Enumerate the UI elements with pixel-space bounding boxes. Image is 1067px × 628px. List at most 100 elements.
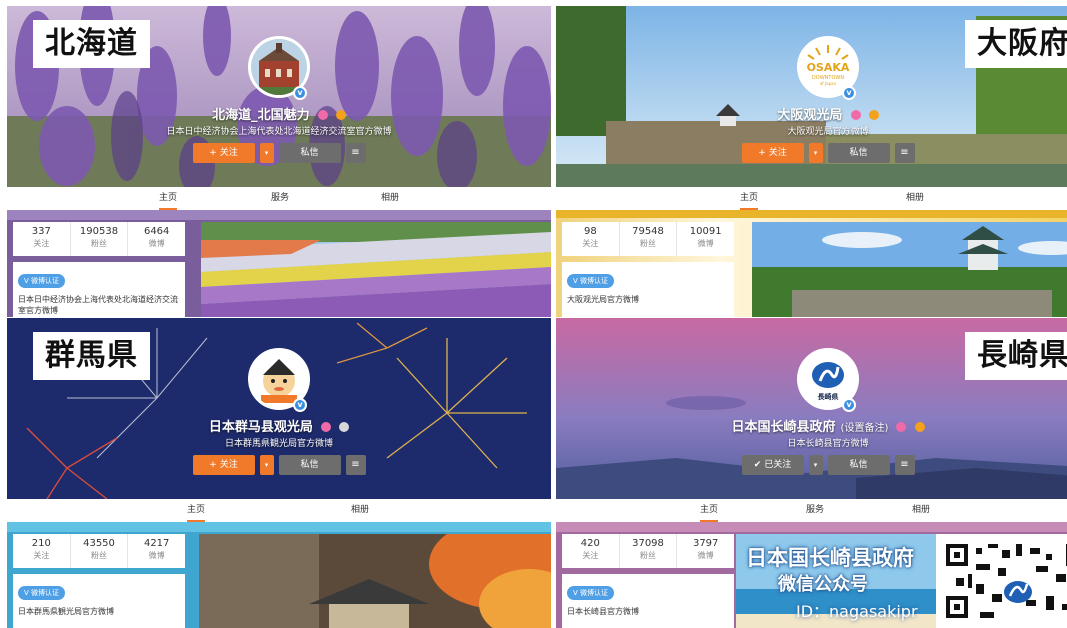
stat-value: 4217 bbox=[143, 538, 170, 549]
profile-tabs: 主页 相册 bbox=[556, 187, 1067, 210]
member-badge-icon[interactable] bbox=[321, 421, 331, 432]
set-remark-link[interactable]: (设置备注) bbox=[841, 423, 889, 434]
level-badge-icon[interactable] bbox=[339, 421, 350, 432]
tab-home[interactable]: 主页 bbox=[700, 499, 719, 522]
feed-photo[interactable] bbox=[752, 222, 1067, 317]
verified-tag[interactable]: V 微博认证 bbox=[567, 274, 615, 288]
level-badge-icon[interactable] bbox=[914, 421, 925, 432]
stat-posts[interactable]: 10091 微博 bbox=[677, 222, 734, 256]
nickname-row: 日本群马县观光局 bbox=[7, 416, 551, 435]
message-button[interactable]: 私信 bbox=[827, 455, 890, 475]
tab-album[interactable]: 相册 bbox=[906, 187, 924, 210]
member-badge-icon[interactable] bbox=[896, 421, 907, 432]
verification-card: V 微博认证 日本群馬県観光局官方微博 bbox=[13, 574, 185, 628]
feed-photo[interactable] bbox=[199, 534, 551, 628]
stat-followers[interactable]: 37098 粉丝 bbox=[620, 534, 678, 568]
wechat-subtitle: 微信公众号 bbox=[778, 574, 868, 595]
temple-autumn-image bbox=[199, 534, 551, 628]
more-menu-icon[interactable]: ≡ bbox=[894, 455, 915, 475]
flower-field-image bbox=[201, 222, 551, 317]
more-menu-icon[interactable]: ≡ bbox=[894, 143, 915, 163]
stat-label: 粉丝 bbox=[640, 551, 656, 560]
follow-dropdown-icon[interactable]: ▾ bbox=[259, 455, 274, 475]
profile-description: 大阪观光局官方微博 bbox=[787, 127, 869, 137]
stat-label: 微博 bbox=[697, 551, 714, 560]
stat-followers[interactable]: 79548 粉丝 bbox=[620, 222, 678, 256]
stat-following[interactable]: 337 关注 bbox=[13, 222, 71, 256]
verification-card: V 微博认证 大阪观光局官方微博 bbox=[562, 262, 734, 317]
verification-text: 大阪观光局官方微博 bbox=[567, 295, 639, 304]
verified-icon: v bbox=[293, 86, 307, 100]
wechat-title: 日本国长崎县政府 bbox=[746, 546, 914, 570]
member-badge-icon[interactable] bbox=[850, 109, 861, 120]
action-buttons: + 关注 ▾ 私信 ≡ bbox=[556, 143, 1067, 163]
nickname-row: 大阪观光局 bbox=[556, 104, 1067, 123]
osaka-castle-image bbox=[752, 222, 1067, 317]
nickname[interactable]: 大阪观光局 bbox=[777, 108, 842, 123]
feed-photo[interactable]: 日本国长崎县政府 微信公众号 ID：nagasakipr bbox=[736, 534, 1067, 628]
more-menu-icon[interactable]: ≡ bbox=[345, 143, 366, 163]
tab-album[interactable]: 相册 bbox=[351, 499, 369, 522]
logo-text: of Japan bbox=[820, 81, 837, 86]
verified-icon: v bbox=[842, 86, 856, 100]
stat-following[interactable]: 210 关注 bbox=[13, 534, 71, 568]
verified-tag[interactable]: V 微博认证 bbox=[18, 274, 66, 288]
message-button[interactable]: 私信 bbox=[827, 143, 890, 163]
profile-description: 日本长崎县官方微博 bbox=[787, 439, 869, 449]
followed-button[interactable]: ✔ 已关注 bbox=[741, 455, 804, 475]
stat-value: 79548 bbox=[632, 226, 664, 237]
stat-value: 337 bbox=[31, 226, 51, 237]
verified-tag[interactable]: V 微博认证 bbox=[567, 586, 615, 600]
verification-text: 日本日中经济协会上海代表处北海道经济交流室官方微博 bbox=[18, 295, 178, 315]
tab-service[interactable]: 服务 bbox=[271, 187, 289, 210]
level-badge-icon[interactable] bbox=[868, 109, 879, 120]
stat-followers[interactable]: 43550 粉丝 bbox=[71, 534, 129, 568]
profile-tabs: 主页 服务 相册 bbox=[556, 499, 1067, 522]
stat-following[interactable]: 420 关注 bbox=[562, 534, 620, 568]
stat-posts[interactable]: 6464 微博 bbox=[128, 222, 185, 256]
tab-home[interactable]: 主页 bbox=[159, 187, 178, 210]
verification-card: V 微博认证 日本长崎县官方微博 bbox=[562, 574, 734, 628]
stat-label: 微博 bbox=[697, 239, 714, 248]
verification-card: V 微博认证 日本日中经济协会上海代表处北海道经济交流室官方微博 bbox=[13, 262, 185, 317]
tab-album[interactable]: 相册 bbox=[381, 187, 399, 210]
feed-photo[interactable] bbox=[201, 222, 551, 317]
cover-image: 北海道 v 北海道_北国魅力 日本日中经济协会上海代表处北海道经济交流室官方微博… bbox=[7, 6, 551, 187]
verified-tag[interactable]: V 微博认证 bbox=[18, 586, 66, 600]
action-buttons: ✔ 已关注 ▾ 私信 ≡ bbox=[556, 455, 1067, 475]
stat-posts[interactable]: 4217 微博 bbox=[128, 534, 185, 568]
tab-service[interactable]: 服务 bbox=[806, 499, 824, 522]
tab-home[interactable]: 主页 bbox=[187, 499, 206, 522]
nickname[interactable]: 日本群马县观光局 bbox=[209, 420, 313, 435]
stat-value: 190538 bbox=[79, 226, 119, 237]
tab-album[interactable]: 相册 bbox=[912, 499, 930, 522]
tab-home[interactable]: 主页 bbox=[740, 187, 759, 210]
stat-posts[interactable]: 3797 微博 bbox=[677, 534, 734, 568]
level-badge-icon[interactable] bbox=[335, 109, 346, 120]
follow-button[interactable]: + 关注 bbox=[192, 455, 255, 475]
profile-description: 日本日中经济协会上海代表处北海道经济交流室官方微博 bbox=[166, 127, 392, 137]
nickname[interactable]: 日本国长崎县政府 bbox=[731, 420, 835, 435]
member-badge-icon[interactable] bbox=[317, 109, 328, 120]
stat-label: 关注 bbox=[33, 239, 50, 248]
verified-icon: v bbox=[293, 398, 307, 412]
stat-value: 6464 bbox=[143, 226, 170, 237]
profile-panel-gunma: 群馬県 v 日本群马县观光局 日本群馬県観光局官方微博 + 关注 ▾ 私信 ≡ … bbox=[7, 318, 551, 628]
more-menu-icon[interactable]: ≡ bbox=[345, 455, 366, 475]
stat-following[interactable]: 98 关注 bbox=[562, 222, 620, 256]
follow-button[interactable]: + 关注 bbox=[741, 143, 804, 163]
follow-dropdown-icon[interactable]: ▾ bbox=[808, 143, 823, 163]
stat-followers[interactable]: 190538 粉丝 bbox=[71, 222, 129, 256]
message-button[interactable]: 私信 bbox=[278, 455, 341, 475]
nickname[interactable]: 北海道_北国魅力 bbox=[212, 108, 310, 123]
message-button[interactable]: 私信 bbox=[278, 143, 341, 163]
follow-dropdown-icon[interactable]: ▾ bbox=[259, 143, 274, 163]
follow-dropdown-icon[interactable]: ▾ bbox=[808, 455, 823, 475]
stat-label: 粉丝 bbox=[91, 239, 107, 248]
follow-button[interactable]: + 关注 bbox=[192, 143, 255, 163]
stat-value: 98 bbox=[583, 226, 597, 237]
region-label: 長崎県 bbox=[965, 332, 1067, 380]
stat-label: 关注 bbox=[33, 551, 50, 560]
stat-value: 37098 bbox=[632, 538, 664, 549]
region-label: 大阪府 bbox=[965, 20, 1067, 68]
